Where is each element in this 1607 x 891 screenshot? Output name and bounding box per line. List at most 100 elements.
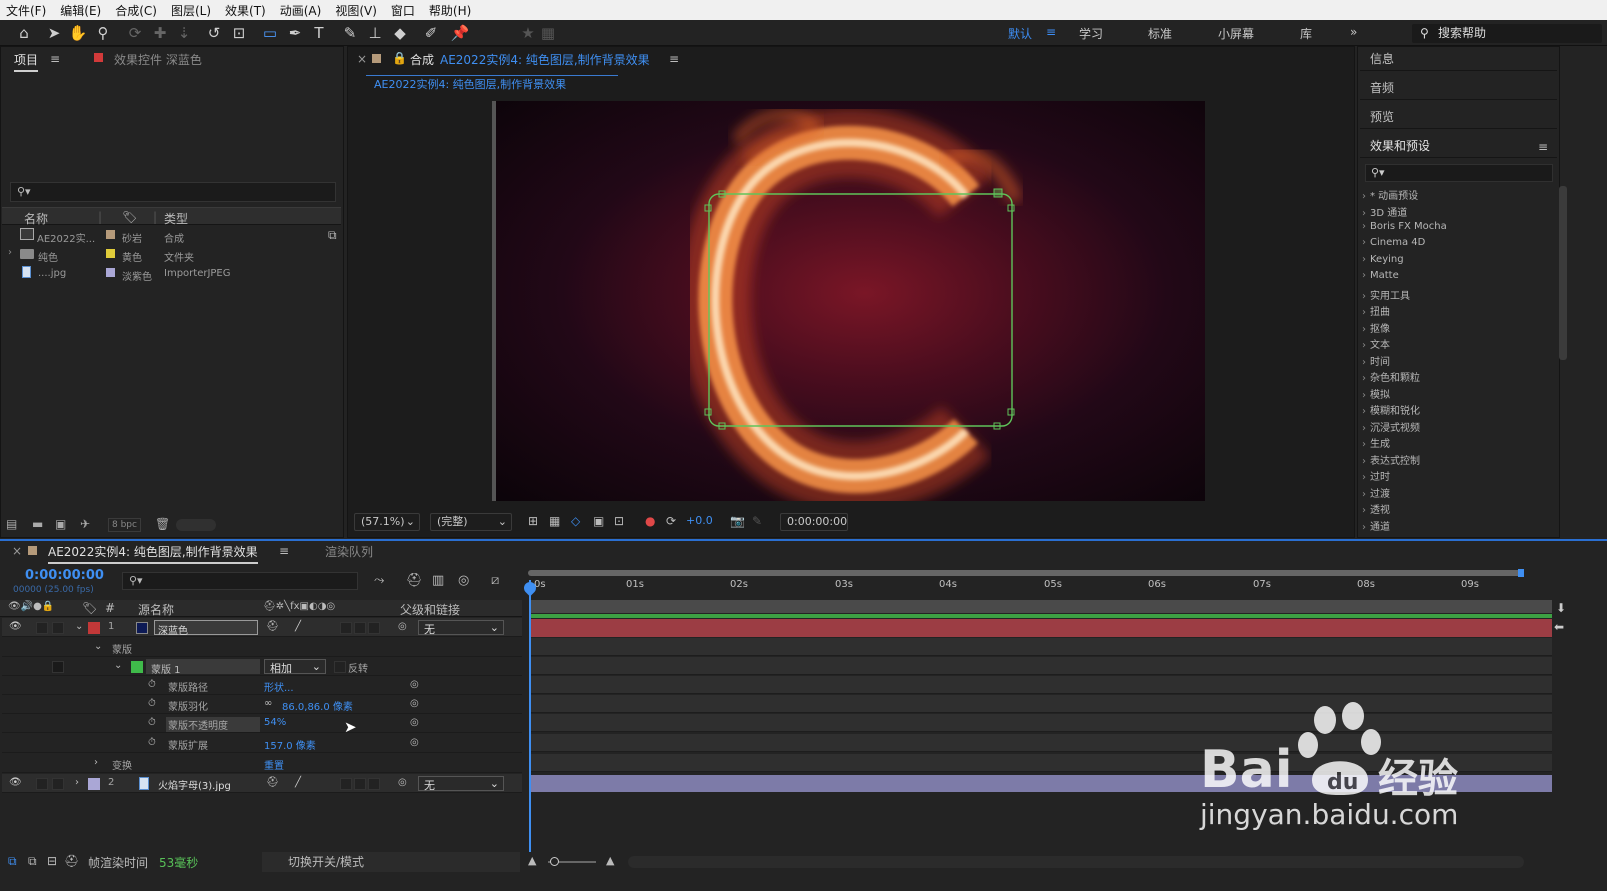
reset-exposure-icon[interactable]: ⟳: [666, 514, 676, 528]
layer-label-swatch[interactable]: [88, 778, 100, 790]
effects-presets-header[interactable]: 效果和预设: [1360, 134, 1557, 158]
effect-category[interactable]: Keying: [1362, 254, 1404, 265]
snapshot-camera-icon[interactable]: 📷: [730, 514, 745, 528]
visibility-eye-icon[interactable]: 👁: [9, 621, 22, 632]
switch-box[interactable]: [340, 622, 352, 634]
masks-group-row[interactable]: ⌄ 蒙版: [2, 638, 522, 657]
menu-view[interactable]: 视图(V): [335, 2, 377, 19]
workspace-learn[interactable]: 学习: [1079, 25, 1103, 42]
audio-toggle[interactable]: [36, 622, 48, 634]
project-menu-icon[interactable]: ≡: [50, 52, 60, 66]
switch-box[interactable]: [354, 778, 366, 790]
effect-category[interactable]: * 动画预设: [1362, 187, 1418, 202]
star-icon[interactable]: ★: [518, 23, 538, 43]
zoom-slider-handle[interactable]: [550, 857, 559, 866]
lock-icon[interactable]: 🔒: [392, 51, 407, 65]
effect-category[interactable]: 扭曲: [1362, 303, 1390, 318]
transform-group-row[interactable]: › 变换 重置: [2, 754, 522, 773]
trash-icon[interactable]: 🗑: [155, 517, 170, 531]
effect-category[interactable]: 抠像: [1362, 320, 1390, 335]
rectangle-tool-icon[interactable]: ▭: [260, 23, 280, 43]
text-tool-icon[interactable]: T: [309, 23, 329, 43]
column-type[interactable]: 类型: [164, 210, 188, 227]
layer-name-field[interactable]: 深蓝色: [154, 620, 258, 637]
chevron-down-icon[interactable]: ⌄: [75, 621, 83, 632]
zoom-in-icon[interactable]: ▲: [606, 854, 614, 867]
column-parent-link[interactable]: 父级和链接: [400, 601, 460, 618]
effect-category[interactable]: 实用工具: [1362, 287, 1410, 302]
switch-box[interactable]: [340, 778, 352, 790]
brush-tool-icon[interactable]: ✎: [340, 23, 360, 43]
mask-opacity-row[interactable]: ⏱ 蒙版不透明度 54% ◎ ➤: [2, 714, 522, 736]
pick-whip-icon[interactable]: ◎: [410, 698, 419, 709]
pick-whip-icon[interactable]: ◎: [410, 717, 419, 728]
rotate-tool-icon[interactable]: ↺: [204, 23, 224, 43]
grid-guides-icon[interactable]: ⊡: [614, 514, 624, 528]
menu-help[interactable]: 帮助(H): [429, 2, 471, 19]
mask-expansion-row[interactable]: ⏱ 蒙版扩展 157.0 像素 ◎: [2, 734, 522, 753]
workspace-menu-icon[interactable]: ≡: [1046, 25, 1056, 39]
mask-mode-select[interactable]: 相加 ⌄: [264, 659, 326, 675]
tab-render-queue[interactable]: 渲染队列: [325, 543, 373, 560]
close-icon[interactable]: ×: [357, 52, 367, 66]
av-switches-icon[interactable]: 👁🔊●🔒: [8, 601, 54, 612]
timeline-end-marker-icon[interactable]: ⬇: [1556, 601, 1566, 615]
pan-camera-icon[interactable]: ✚: [150, 23, 170, 43]
workspace-standard[interactable]: 标准: [1148, 25, 1172, 42]
effect-category[interactable]: 透视: [1362, 501, 1390, 516]
current-time[interactable]: 0:00:00:00: [25, 568, 104, 583]
prop-value[interactable]: 86.0,86.0 像素: [282, 698, 353, 713]
tab-timeline-comp[interactable]: AE2022实例4: 纯色图层,制作背景效果: [48, 543, 258, 564]
reset-link[interactable]: 重置: [264, 757, 284, 772]
composition-viewer[interactable]: [496, 101, 1205, 501]
timeline-menu-icon[interactable]: ≡: [279, 544, 289, 558]
layer-row-2[interactable]: 👁 › 2 火焰字母(3).jpg ⛑ ╱ ◎ 无 ⌄: [2, 774, 522, 793]
quality-switch-icon[interactable]: ╱: [295, 621, 301, 632]
toggle-switches-modes[interactable]: 切换开关/模式: [262, 852, 520, 872]
comp-menu-icon[interactable]: ≡: [669, 52, 679, 66]
chevron-right-icon[interactable]: ›: [8, 247, 12, 258]
close-icon[interactable]: ×: [12, 544, 22, 558]
menu-animation[interactable]: 动画(A): [280, 2, 322, 19]
zoom-out-icon[interactable]: ▲: [528, 854, 536, 867]
stopwatch-icon[interactable]: ⏱: [148, 679, 156, 690]
lock-toggle[interactable]: [52, 622, 64, 634]
info-panel-header[interactable]: 信息: [1360, 47, 1557, 71]
pick-whip-icon[interactable]: ◎: [410, 679, 419, 690]
project-item[interactable]: ....jpg 淡紫色 ImporterJPEG: [2, 264, 341, 283]
column-source-name[interactable]: 源名称: [138, 601, 174, 618]
effect-category[interactable]: 3D 通道: [1362, 204, 1407, 219]
label-tag-icon[interactable]: 🏷: [82, 601, 97, 615]
bit-depth-button[interactable]: 8 bpc: [108, 518, 141, 532]
chevron-right-icon[interactable]: ›: [75, 777, 79, 788]
parent-select[interactable]: 无 ⌄: [418, 620, 504, 636]
timeline-search-input[interactable]: ⚲▾: [122, 572, 358, 590]
hand-tool-icon[interactable]: ✋: [68, 23, 88, 43]
shy-layers-icon[interactable]: ⛑: [406, 573, 423, 588]
thumbnail-size-slider[interactable]: [176, 519, 216, 531]
effect-category[interactable]: 生成: [1362, 435, 1390, 450]
chevron-down-icon[interactable]: ⌄: [94, 641, 102, 652]
work-area-bar[interactable]: [528, 570, 1522, 576]
label-tag-icon[interactable]: 🏷: [122, 210, 137, 224]
menu-layer[interactable]: 图层(L): [171, 2, 211, 19]
audio-toggle[interactable]: [36, 778, 48, 790]
interpret-footage-icon[interactable]: ▤: [6, 517, 17, 531]
tab-composition[interactable]: AE2022实例4: 纯色图层,制作背景效果: [440, 51, 650, 68]
orbit-camera-icon[interactable]: ⟳: [125, 23, 145, 43]
chevron-right-icon[interactable]: ›: [94, 757, 98, 768]
workspace-default[interactable]: 默认: [1008, 25, 1032, 42]
viewer-timecode[interactable]: 0:00:00:00: [780, 513, 848, 531]
help-search-input[interactable]: ⚲ 搜索帮助: [1412, 24, 1602, 43]
effect-category[interactable]: 过渡: [1362, 485, 1390, 500]
motion-blur-icon[interactable]: ◎: [458, 573, 469, 588]
playhead-line[interactable]: [529, 580, 531, 852]
new-folder-icon[interactable]: ▬: [32, 517, 43, 531]
eraser-tool-icon[interactable]: ◆: [390, 23, 410, 43]
project-search-input[interactable]: ⚲▾: [10, 182, 336, 202]
new-composition-icon[interactable]: ▣: [55, 517, 66, 531]
more-workspaces-icon[interactable]: »: [1350, 25, 1357, 39]
tab-effect-controls[interactable]: 效果控件 深蓝色: [114, 51, 202, 68]
layer-row-1[interactable]: 👁 ⌄ 1 深蓝色 ⛑ ╱ ◎ 无 ⌄: [2, 618, 522, 637]
effects-scrollbar[interactable]: [1559, 186, 1567, 360]
